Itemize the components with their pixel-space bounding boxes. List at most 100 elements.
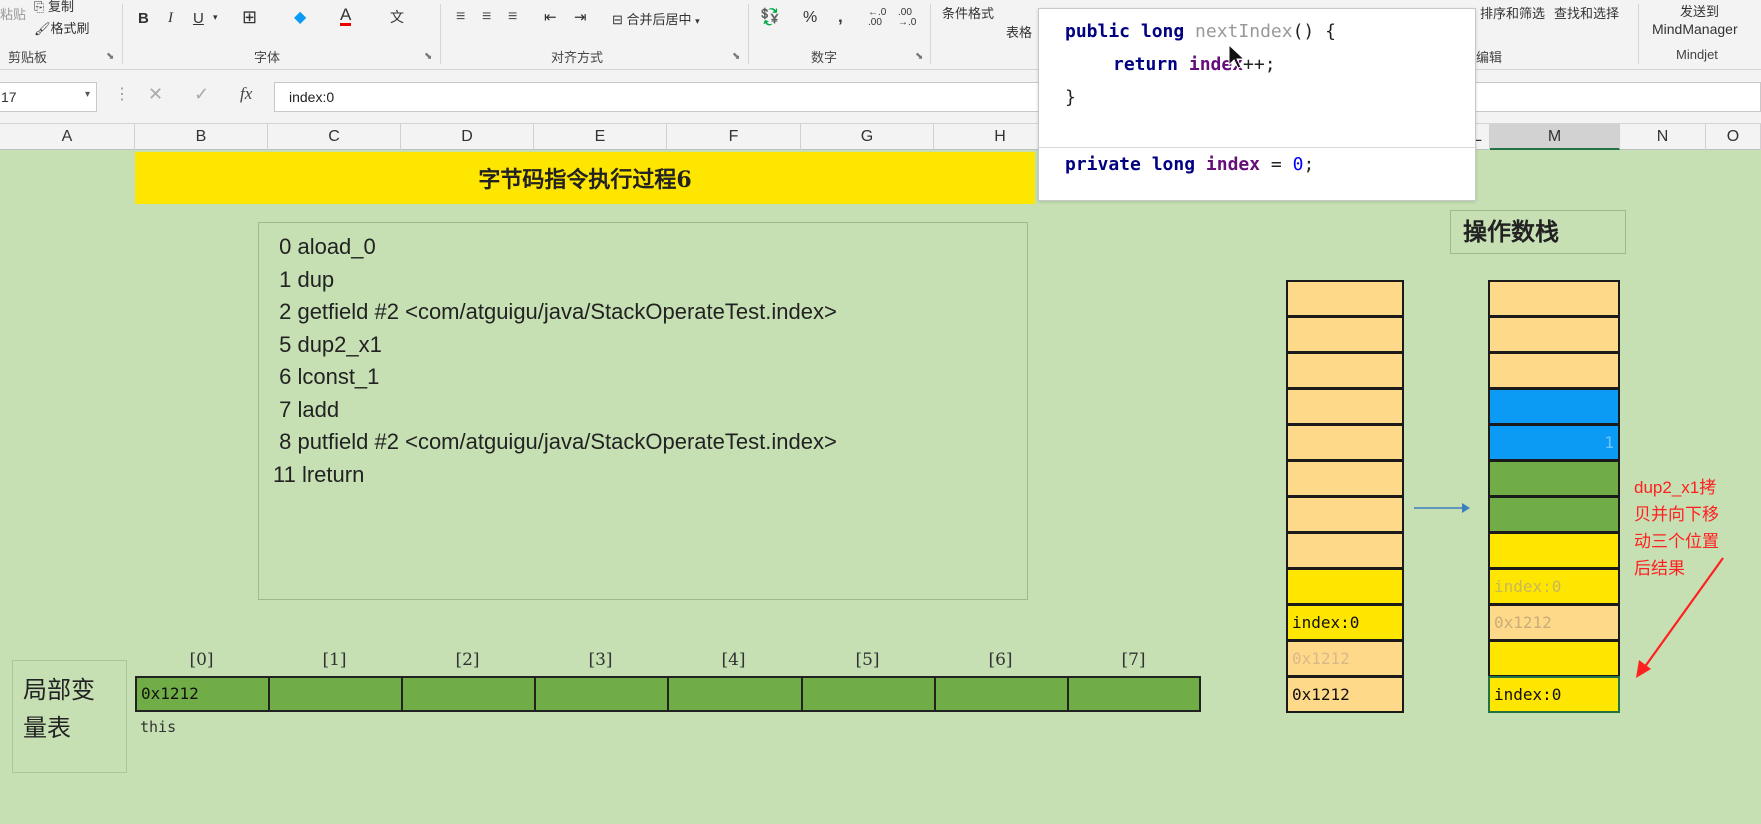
column-header[interactable]: D [401,124,534,150]
local-var-slot[interactable] [401,676,536,712]
ribbon: 粘贴 ⎘ 复制 🖌格式刷 剪贴板 ⬊ B I U ▾ ⊞ ◆ A 文 字体 ⬊ … [0,0,1761,70]
stack-after-slot: index:0 [1488,568,1620,605]
increase-decimal-icon[interactable]: ←.0.00 [868,8,886,28]
column-header[interactable]: N [1620,124,1706,150]
bytecode-line: 8 putfield #2 <com/atguigu/java/StackOpe… [273,429,837,454]
code-line: } [1065,87,1076,108]
column-header[interactable]: O [1706,124,1761,150]
clipboard-launcher-icon[interactable]: ⬊ [106,51,114,62]
alignment-launcher-icon[interactable]: ⬊ [732,51,740,62]
cancel-entry-icon[interactable]: ✕ [148,84,163,105]
local-var-slot[interactable] [667,676,803,712]
clipboard-group-label: 剪贴板 [8,50,48,65]
local-var-slot[interactable] [534,676,669,712]
column-header[interactable]: B [135,124,268,150]
sort-filter-button[interactable]: 排序和筛选 [1480,3,1545,22]
mindjet-group-label: Mindjet [1676,47,1718,62]
stack-after-slot-selected[interactable]: index:0 [1488,676,1620,713]
decrease-indent-icon[interactable]: ⇤ [544,8,557,26]
column-header[interactable]: C [268,124,401,150]
number-launcher-icon[interactable]: ⬊ [915,51,923,62]
currency-icon[interactable]: 💱 [760,7,780,27]
font-group-label: 字体 [254,50,281,65]
copy-button[interactable]: ⎘ 复制 [34,0,74,15]
operand-stack-label: 操作数栈 [1450,210,1626,254]
font-color-icon[interactable]: A [340,6,352,26]
brush-icon: 🖌 [34,21,51,36]
slot-index: [6] [988,650,1013,670]
local-var-slot[interactable] [801,676,936,712]
ribbon-separator [440,4,441,64]
column-header[interactable]: G [801,124,934,150]
stack-after-slot [1488,460,1620,497]
editing-group-label: 编辑 [1476,50,1503,65]
insert-function-icon[interactable]: fx [240,84,252,104]
table-format-button[interactable]: 表格 [1006,22,1032,41]
send-to-button[interactable]: 发送到 [1680,1,1719,20]
format-painter-button[interactable]: 🖌格式刷 [34,18,90,37]
chevron-down-icon[interactable]: ▾ [85,89,90,100]
decrease-decimal-icon[interactable]: .00 →.0 [898,8,916,28]
fill-color-icon[interactable]: ◆ [294,7,306,27]
name-box[interactable]: 17 ▾ [0,82,97,112]
this-label: this [140,718,177,736]
increase-indent-icon[interactable]: ⇥ [574,8,587,26]
local-vars-label: 局部变 量表 [12,660,127,773]
slot-index: [0] [189,650,214,670]
stack-before-slot [1286,568,1404,605]
formula-bar: 17 ▾ ⋮ ✕ ✓ fx index:0 [0,70,1761,124]
stack-before-slot [1286,280,1404,317]
code-line: public long nextIndex() { [1065,21,1336,42]
column-header[interactable]: A [0,124,135,150]
bytecode-line: 7 ladd [273,396,340,422]
confirm-entry-icon[interactable]: ✓ [194,84,209,105]
slot-index: [3] [588,650,613,670]
align-center-icon[interactable]: ≡ [482,8,491,26]
bytecode-line: 5 dup2_x1 [273,331,382,357]
bold-button[interactable]: B [138,10,149,27]
stack-after-slot [1488,280,1620,317]
local-var-slot[interactable] [934,676,1069,712]
chevron-down-icon: ▾ [695,16,700,26]
stack-before-slot [1286,460,1404,497]
merge-center-button[interactable]: ⊟ 合并后居中 ▾ [612,9,700,28]
more-options-icon: ⋮ [114,86,130,103]
column-header-selected[interactable]: M [1490,124,1620,150]
align-right-icon[interactable]: ≡ [508,8,517,26]
ribbon-separator [748,4,749,64]
align-left-icon[interactable]: ≡ [456,8,465,26]
conditional-format-button[interactable]: 条件格式 [942,3,994,22]
font-launcher-icon[interactable]: ⬊ [424,51,432,62]
paste-button[interactable]: 粘贴 [0,4,26,23]
column-header[interactable]: E [534,124,667,150]
stack-after-slot [1488,388,1620,425]
ribbon-separator [1638,4,1639,64]
ribbon-separator [122,4,123,64]
column-header[interactable]: F [667,124,801,150]
code-line: return index++; [1113,54,1276,75]
alignment-group-label: 对齐方式 [551,50,604,65]
stack-before-slot [1286,532,1404,569]
bytecode-line: 11 lreturn [273,461,365,487]
stack-before-slot [1286,352,1404,389]
slot-index: [4] [721,650,746,670]
underline-button[interactable]: U [193,10,204,27]
bytecode-line: 6 lconst_1 [273,364,380,389]
phonetic-icon[interactable]: 文 [390,7,404,27]
bytecode-listing: 0 aload_0 1 dup 2 getfield #2 <com/atgui… [258,222,1028,600]
code-divider [1039,147,1477,148]
percent-button[interactable]: % [803,9,817,27]
border-icon[interactable]: ⊞ [242,7,257,28]
mindmanager-button[interactable]: MindManager [1652,21,1738,37]
formula-input[interactable]: index:0 [274,82,1761,112]
underline-dropdown-icon[interactable]: ▾ [213,12,218,23]
italic-button[interactable]: I [168,10,173,27]
local-var-slot[interactable] [268,676,403,712]
slot-index: [2] [455,650,480,670]
find-select-button[interactable]: 查找和选择 [1554,3,1619,22]
local-var-slot[interactable]: 0x1212 [135,676,270,712]
bytecode-line: 0 aload_0 [273,234,376,259]
comma-button[interactable]: , [838,7,843,27]
local-var-slot[interactable] [1067,676,1201,712]
number-group-label: 数字 [811,50,838,65]
